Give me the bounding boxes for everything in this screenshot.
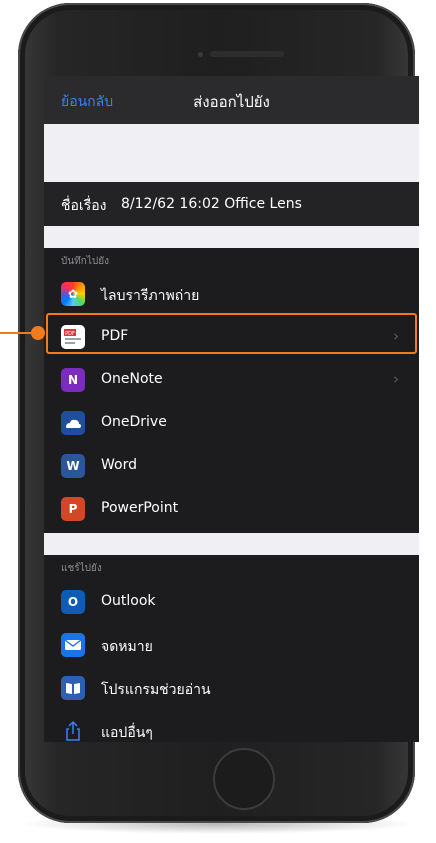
word-icon: W bbox=[61, 454, 85, 478]
pdf-highlight-box bbox=[46, 313, 417, 354]
section-spacer bbox=[44, 533, 419, 555]
save-to-section-header: บันทึกไปยัง bbox=[44, 248, 419, 272]
mail-icon bbox=[61, 633, 85, 657]
save-item-label: OneNote bbox=[101, 371, 163, 387]
save-item-onedrive[interactable]: OneDrive bbox=[44, 401, 419, 444]
save-item-label: PowerPoint bbox=[101, 500, 179, 516]
photos-icon: ✿ bbox=[61, 282, 85, 306]
share-item-label: แอปอื่นๆ bbox=[101, 725, 153, 741]
save-item-word[interactable]: W Word bbox=[44, 444, 419, 487]
save-to-header-label: บันทึกไปยัง bbox=[61, 256, 109, 267]
share-item-label: จดหมาย bbox=[101, 639, 153, 655]
export-screen: ย้อนกลับ ส่งออกไปยัง ชื่อเรื่อง 8/12/62 … bbox=[44, 76, 419, 742]
page-title: ส่งออกไปยัง bbox=[193, 93, 270, 111]
save-item-onenote[interactable]: N OneNote › bbox=[44, 358, 419, 401]
save-item-photo-library[interactable]: ✿ ไลบรารีภาพถ่าย bbox=[44, 272, 419, 315]
share-item-outlook[interactable]: O Outlook bbox=[44, 580, 419, 623]
share-item-label: โปรแกรมช่วยอ่าน bbox=[101, 682, 211, 698]
document-title-row[interactable]: ชื่อเรื่อง 8/12/62 16:02 Office Lens bbox=[44, 182, 419, 226]
share-item-label: Outlook bbox=[101, 593, 156, 609]
callout-dot bbox=[31, 326, 45, 340]
save-item-powerpoint[interactable]: P PowerPoint bbox=[44, 487, 419, 530]
onenote-icon: N bbox=[61, 368, 85, 392]
document-title-label: ชื่อเรื่อง bbox=[61, 198, 107, 214]
outlook-icon: O bbox=[61, 590, 85, 614]
save-item-label: OneDrive bbox=[101, 414, 167, 430]
immersive-reader-icon bbox=[61, 676, 85, 700]
onedrive-icon bbox=[61, 411, 85, 435]
chevron-right-icon: › bbox=[393, 370, 399, 388]
share-item-mail[interactable]: จดหมาย bbox=[44, 623, 419, 666]
section-spacer bbox=[44, 124, 419, 182]
share-item-more-apps[interactable]: แอปอื่นๆ bbox=[44, 709, 419, 742]
powerpoint-icon: P bbox=[61, 497, 85, 521]
save-item-label: ไลบรารีภาพถ่าย bbox=[101, 288, 200, 304]
earpiece-speaker bbox=[210, 51, 284, 57]
document-title-value: 8/12/62 16:02 Office Lens bbox=[121, 196, 302, 212]
save-item-label: Word bbox=[101, 457, 137, 473]
home-button[interactable] bbox=[213, 748, 275, 810]
share-to-header-label: แชร์ไปยัง bbox=[61, 563, 102, 574]
section-spacer bbox=[44, 226, 419, 248]
share-icon bbox=[61, 719, 85, 742]
share-to-section-header: แชร์ไปยัง bbox=[44, 555, 419, 579]
navigation-bar: ย้อนกลับ ส่งออกไปยัง bbox=[44, 76, 419, 124]
front-camera bbox=[198, 52, 203, 57]
share-item-immersive-reader[interactable]: โปรแกรมช่วยอ่าน bbox=[44, 666, 419, 709]
